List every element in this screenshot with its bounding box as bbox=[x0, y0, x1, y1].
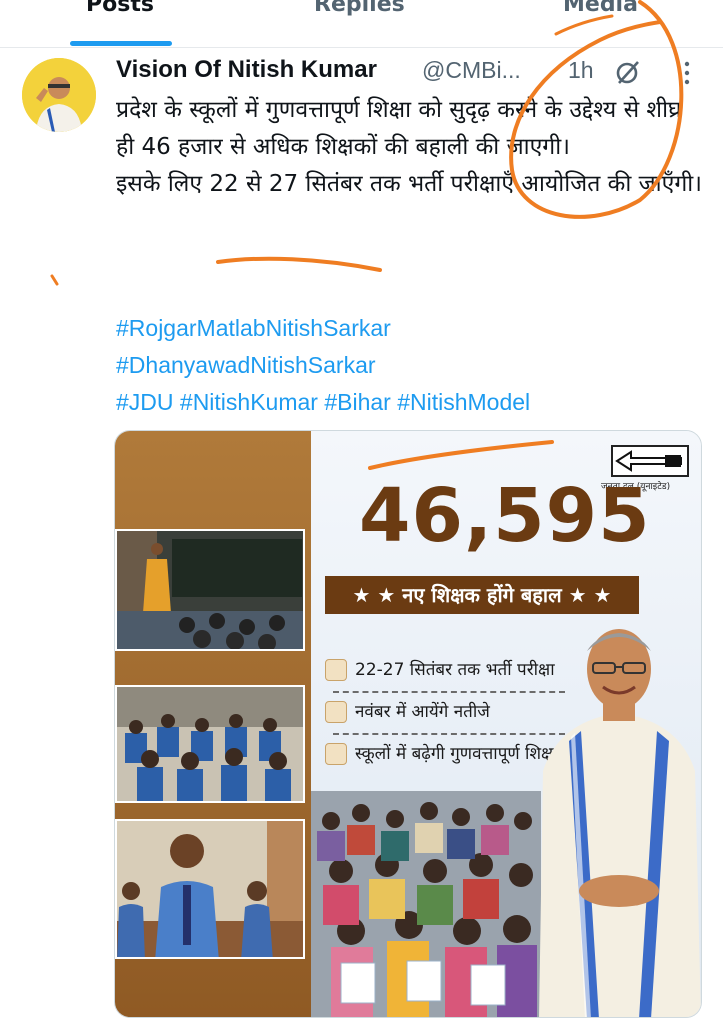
more-icon[interactable] bbox=[682, 60, 692, 86]
calendar-icon bbox=[325, 659, 347, 681]
active-tab-indicator bbox=[70, 41, 172, 46]
hashtag-link[interactable]: #JDU #NitishKumar #Bihar #NitishModel bbox=[116, 384, 706, 421]
hashtags: #RojgarMatlabNitishSarkar #DhanyawadNiti… bbox=[116, 310, 706, 421]
author-name[interactable]: Vision Of Nitish Kumar bbox=[116, 56, 377, 84]
arrow-logo-icon bbox=[615, 450, 682, 472]
tweet-text: प्रदेश के स्कूलों में गुणवत्तापूर्ण शिक्… bbox=[116, 92, 706, 203]
tab-replies[interactable]: Replies bbox=[314, 0, 405, 17]
info-panel: जनता दल (यूनाइटेड) 46,595 ★ ★ नए शिक्षक … bbox=[311, 431, 701, 1017]
headline-number: 46,595 bbox=[359, 473, 651, 559]
tab-posts[interactable]: Posts bbox=[86, 0, 154, 17]
avatar[interactable] bbox=[22, 58, 96, 132]
candidates-crowd-photo bbox=[311, 791, 541, 1017]
profile-tabs: Posts Replies Media bbox=[0, 0, 723, 48]
classroom-photo-3 bbox=[115, 819, 305, 959]
tweet-text-para-1: प्रदेश के स्कूलों में गुणवत्तापूर्ण शिक्… bbox=[116, 97, 682, 160]
separator-dot: · bbox=[553, 57, 561, 83]
tweet-image[interactable]: जनता दल (यूनाइटेड) 46,595 ★ ★ नए शिक्षक … bbox=[114, 430, 702, 1018]
grok-icon[interactable] bbox=[614, 58, 642, 86]
tweet-text-para-2: इसके लिए 22 से 27 सितंबर तक भर्ती परीक्ष… bbox=[116, 171, 702, 197]
hashtag-link[interactable]: #RojgarMatlabNitishSarkar bbox=[116, 310, 706, 347]
school-icon bbox=[325, 743, 347, 765]
avatar-image bbox=[22, 58, 96, 132]
left-photo-column bbox=[115, 431, 311, 1017]
tab-media[interactable]: Media bbox=[563, 0, 638, 17]
classroom-photo-1 bbox=[115, 529, 305, 651]
leader-portrait bbox=[539, 629, 701, 1017]
results-icon bbox=[325, 701, 347, 723]
tweet-timestamp[interactable]: 1h bbox=[568, 57, 594, 84]
author-handle[interactable]: @CMBi... bbox=[422, 57, 521, 84]
headline-banner: ★ ★ नए शिक्षक होंगे बहाल ★ ★ bbox=[325, 576, 639, 614]
tweet-header: Vision Of Nitish Kumar @CMBi... · 1h bbox=[116, 56, 706, 86]
classroom-photo-2 bbox=[115, 685, 305, 803]
hashtag-link[interactable]: #DhanyawadNitishSarkar bbox=[116, 347, 706, 384]
